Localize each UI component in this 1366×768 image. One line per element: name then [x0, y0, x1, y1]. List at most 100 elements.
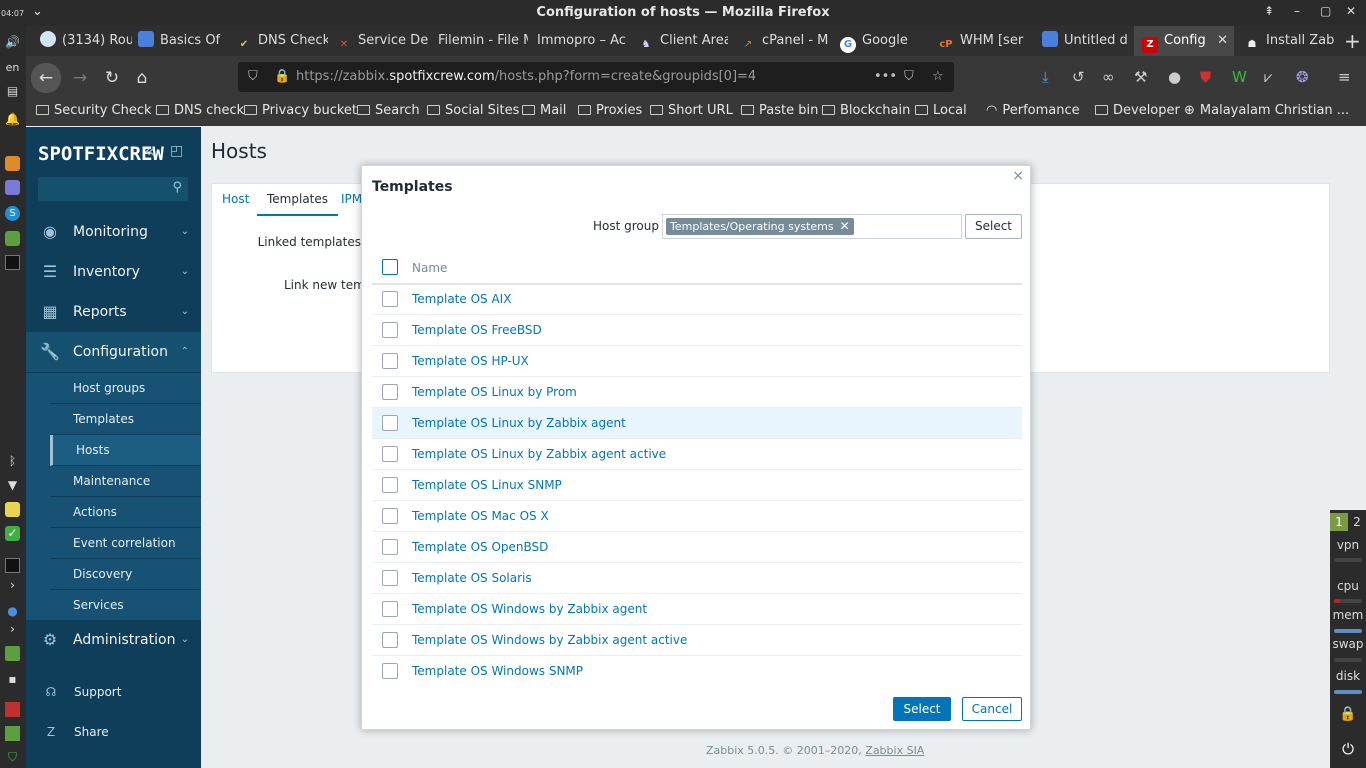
wifi-icon[interactable]: ▼: [5, 478, 20, 493]
back-button[interactable]: ←: [31, 63, 61, 93]
template-link[interactable]: Template OS Windows SNMP: [412, 664, 583, 678]
bookmark-folder[interactable]: Short URL: [650, 103, 733, 118]
clipboard-icon[interactable]: ▤: [5, 84, 20, 99]
download-icon[interactable]: ⤓: [1042, 68, 1049, 86]
check-icon[interactable]: ✓: [5, 526, 20, 541]
pocket-icon[interactable]: ⛉: [904, 62, 914, 92]
submenu-maintenance[interactable]: Maintenance: [50, 466, 201, 497]
submenu-actions[interactable]: Actions: [50, 497, 201, 528]
url-bar[interactable]: ⛉ 🔒 https://zabbix.spotfixcrew.com/hosts…: [238, 62, 954, 92]
template-link[interactable]: Template OS Linux by Prom: [412, 385, 577, 399]
extension-icon[interactable]: ❂: [1296, 68, 1309, 86]
bookmark-folder[interactable]: Paste bin: [741, 103, 818, 118]
template-link[interactable]: Template OS Windows by Zabbix agent: [412, 602, 647, 616]
search-icon[interactable]: ⚲: [172, 180, 182, 195]
chevron-right-icon[interactable]: ›: [5, 578, 20, 593]
row-checkbox[interactable]: [382, 446, 398, 462]
more-icon[interactable]: •••: [874, 62, 897, 92]
template-link[interactable]: Template OS OpenBSD: [412, 540, 548, 554]
remove-chip-icon[interactable]: ✕: [840, 218, 850, 235]
template-link[interactable]: Template OS AIX: [412, 292, 511, 306]
row-checkbox[interactable]: [382, 291, 398, 307]
submenu-discovery[interactable]: Discovery: [50, 559, 201, 590]
mask-icon[interactable]: ∞: [1102, 68, 1115, 86]
chevron-right-icon[interactable]: ›: [5, 622, 20, 637]
host-group-select-button[interactable]: Select: [965, 214, 1022, 239]
row-checkbox[interactable]: [382, 508, 398, 524]
workspace-2[interactable]: 2: [1348, 513, 1366, 531]
record-icon[interactable]: ●: [1168, 68, 1181, 86]
row-checkbox[interactable]: [382, 353, 398, 369]
browser-tab[interactable]: cP WHM [ser: [930, 26, 1030, 56]
lock-icon[interactable]: ▪: [5, 672, 20, 687]
menu-administration[interactable]: ⚙ Administration ⌄: [26, 620, 201, 660]
browser-tab[interactable]: G Google: [832, 26, 930, 56]
forward-button[interactable]: →: [66, 64, 94, 92]
restore-icon[interactable]: ▢: [1320, 4, 1331, 18]
row-checkbox[interactable]: [382, 570, 398, 586]
bookmark-folder[interactable]: DNS check: [156, 103, 244, 118]
menu-monitoring[interactable]: ◉ Monitoring ⌄: [26, 212, 201, 252]
browser-tab-active[interactable]: Z Config ✕: [1134, 26, 1234, 56]
pin-icon[interactable]: ⇞: [1264, 4, 1274, 18]
select-button[interactable]: Select: [893, 697, 951, 721]
app-icon[interactable]: [5, 156, 20, 171]
tools-icon[interactable]: ⚒: [1134, 68, 1147, 86]
template-link[interactable]: Template OS Windows by Zabbix agent acti…: [412, 633, 687, 647]
close-tab-icon[interactable]: ✕: [1217, 26, 1228, 56]
sidebar-search-input[interactable]: ⚲: [38, 177, 188, 201]
app-icon[interactable]: [5, 231, 20, 246]
menu-reports[interactable]: ▦ Reports ⌄: [26, 292, 201, 332]
submenu-services[interactable]: Services: [50, 590, 201, 621]
select-all-checkbox[interactable]: [382, 259, 398, 275]
template-link[interactable]: Template OS Linux SNMP: [412, 478, 562, 492]
folder-icon[interactable]: [5, 646, 20, 661]
zabbix-sia-link[interactable]: Zabbix SIA: [865, 744, 924, 757]
bookmark-folder[interactable]: Mail: [522, 103, 566, 118]
reload-button[interactable]: ↻: [98, 64, 126, 92]
notes-icon[interactable]: [5, 502, 20, 517]
cancel-button[interactable]: Cancel: [962, 697, 1022, 721]
app-icon[interactable]: [5, 726, 20, 741]
bookmark-folder[interactable]: Local: [915, 103, 967, 118]
browser-tab[interactable]: Filemin - File M: [430, 26, 528, 56]
row-checkbox[interactable]: [382, 322, 398, 338]
app-icon[interactable]: [5, 180, 20, 195]
keyboard-layout[interactable]: en: [5, 60, 20, 75]
tab-host[interactable]: Host: [222, 192, 249, 206]
firefox-icon[interactable]: ●: [5, 604, 20, 619]
lock-icon[interactable]: 🔒: [1330, 706, 1366, 722]
browser-tab[interactable]: ☗ Install Zab: [1236, 26, 1336, 56]
browser-tab[interactable]: ♞ Client Area: [630, 26, 728, 56]
power-icon[interactable]: ⏻: [1330, 740, 1366, 758]
app-icon[interactable]: [5, 702, 20, 717]
submenu-hosts[interactable]: Hosts: [50, 435, 201, 466]
star-icon[interactable]: ☆: [932, 62, 944, 92]
host-group-multiselect[interactable]: Templates/Operating systems ✕: [662, 214, 962, 239]
bookmark-folder[interactable]: Search: [357, 103, 420, 118]
ublock-icon[interactable]: ⛊: [1200, 68, 1211, 86]
menu-configuration[interactable]: 🔧 Configuration ⌃: [26, 332, 201, 372]
submenu-event-correlation[interactable]: Event correlation: [50, 528, 201, 559]
template-link[interactable]: Template OS Linux by Zabbix agent: [412, 416, 626, 430]
workspace-1[interactable]: 1: [1330, 513, 1348, 531]
browser-tab[interactable]: (3134) Rou: [32, 26, 132, 56]
bluetooth-icon[interactable]: ᛒ: [5, 454, 20, 469]
row-checkbox[interactable]: [382, 384, 398, 400]
browser-tab[interactable]: ↗ cPanel - M: [732, 26, 830, 56]
hamburger-menu-icon[interactable]: ≡: [1338, 68, 1351, 86]
browser-tab[interactable]: Basics Of: [130, 26, 230, 56]
template-link[interactable]: Template OS HP-UX: [412, 354, 529, 368]
close-icon[interactable]: ×: [1012, 168, 1024, 184]
minimize-icon[interactable]: –: [1294, 4, 1300, 18]
bookmark-folder[interactable]: Proxies: [578, 103, 642, 118]
collapse-sidebar-icon[interactable]: «: [144, 141, 155, 162]
template-link[interactable]: Template OS Solaris: [412, 571, 532, 585]
submenu-templates[interactable]: Templates: [50, 404, 201, 435]
bookmark-folder[interactable]: Social Sites: [427, 103, 519, 118]
bookmark-folder[interactable]: Blockchain: [822, 103, 910, 118]
skype-icon[interactable]: S: [5, 206, 20, 221]
terminal-icon[interactable]: [5, 255, 20, 270]
bookmark-folder[interactable]: Developer: [1095, 103, 1180, 118]
browser-tab[interactable]: ✕ Service De: [328, 26, 428, 56]
